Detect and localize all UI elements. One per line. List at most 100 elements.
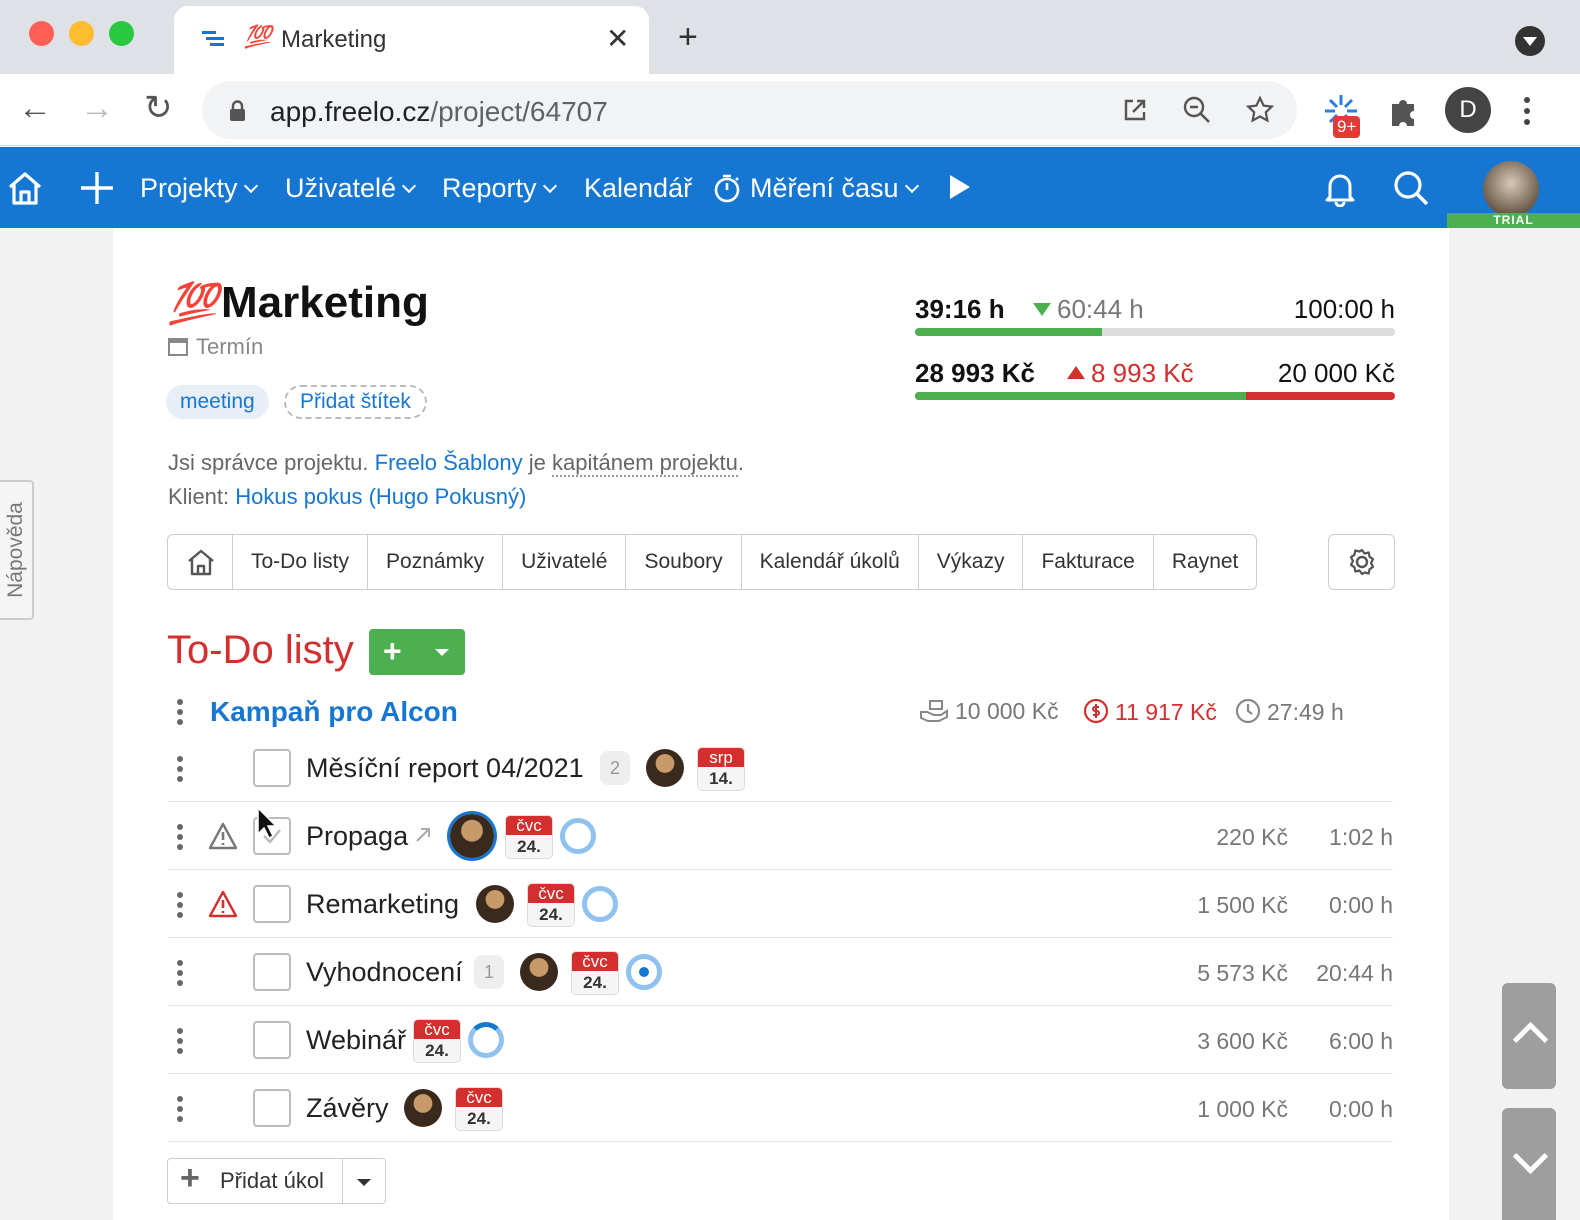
- task-name[interactable]: Remarketing: [306, 889, 459, 920]
- tab-title: Marketing: [281, 26, 387, 53]
- tab-search-icon[interactable]: [1515, 26, 1545, 56]
- task-checkbox[interactable]: [253, 885, 291, 923]
- tab-fakturace[interactable]: Fakturace: [1023, 534, 1154, 590]
- new-tab-icon[interactable]: +: [678, 20, 698, 54]
- task-checkbox[interactable]: [253, 1021, 291, 1059]
- forward-arrow-icon[interactable]: →: [80, 90, 114, 126]
- add-task-button[interactable]: Přidat úkol: [168, 1157, 343, 1203]
- tab-todo-listy[interactable]: To-Do listy: [233, 534, 369, 590]
- browser-tabstrip: 💯 Marketing ✕ +: [0, 0, 1580, 74]
- due-date-badge[interactable]: čvc 24.: [414, 1020, 460, 1062]
- task-menu-dots-icon[interactable]: [177, 824, 183, 850]
- triangle-down-icon: [1033, 303, 1051, 316]
- extensions-puzzle-icon[interactable]: [1386, 92, 1424, 130]
- search-icon[interactable]: [1392, 169, 1430, 207]
- task-name[interactable]: Závěry: [306, 1093, 389, 1124]
- task-name[interactable]: Měsíční report 04/2021: [306, 753, 584, 784]
- browser-menu-icon[interactable]: [1523, 96, 1531, 126]
- nav-projekty[interactable]: Projekty: [140, 173, 258, 204]
- project-settings-button[interactable]: [1328, 534, 1395, 590]
- browser-tab-active[interactable]: 💯 Marketing ✕: [174, 6, 649, 74]
- project-tabs: To-Do listy Poznámky Uživatelé Soubory K…: [167, 534, 1258, 590]
- task-menu-dots-icon[interactable]: [177, 892, 183, 918]
- add-todo-list-button[interactable]: +: [369, 629, 465, 675]
- notifications-bell-icon[interactable]: [1321, 169, 1359, 207]
- zoom-out-icon[interactable]: [1182, 95, 1212, 125]
- nav-uzivatele[interactable]: Uživatelé: [285, 173, 417, 204]
- scroll-up-button[interactable]: [1502, 983, 1556, 1089]
- reload-icon[interactable]: ↻: [144, 90, 173, 126]
- tab-home[interactable]: [167, 534, 233, 590]
- help-side-tab[interactable]: Nápověda: [0, 480, 34, 620]
- assignee-avatar[interactable]: [404, 1089, 442, 1127]
- time-progress-bar: [915, 328, 1395, 336]
- scroll-down-button[interactable]: [1502, 1108, 1556, 1220]
- hundred-emoji-icon: 💯: [168, 282, 218, 326]
- task-menu-dots-icon[interactable]: [177, 1096, 183, 1122]
- add-task-dropdown-button[interactable]: [343, 1159, 385, 1203]
- tab-uzivatele[interactable]: Uživatelé: [503, 534, 627, 590]
- project-page: 💯 Marketing Termín meeting Přidat štítek…: [113, 228, 1449, 1220]
- assignee-avatar[interactable]: [646, 749, 684, 787]
- todo-list-title[interactable]: Kampaň pro Alcon: [210, 696, 458, 728]
- list-time: 27:49 h: [1235, 698, 1344, 726]
- task-menu-dots-icon[interactable]: [177, 1028, 183, 1054]
- open-external-icon[interactable]: [1120, 95, 1150, 125]
- freelo-favicon-icon: [202, 31, 224, 46]
- home-icon[interactable]: [6, 169, 44, 207]
- profile-avatar[interactable]: D: [1445, 87, 1491, 133]
- tab-vykazy[interactable]: Výkazy: [918, 534, 1024, 590]
- nav-kalendar[interactable]: Kalendář: [584, 173, 692, 204]
- add-task-group: Přidat úkol: [167, 1157, 386, 1204]
- task-hours: 0:00 h: [1329, 1096, 1393, 1122]
- tab-poznamky[interactable]: Poznámky: [368, 534, 504, 590]
- owner-link[interactable]: Freelo Šablony: [375, 450, 523, 475]
- nav-reporty[interactable]: Reporty: [442, 173, 557, 204]
- due-date-badge[interactable]: čvc 24.: [528, 884, 574, 926]
- list-menu-dots-icon[interactable]: [177, 699, 183, 725]
- task-price: 1 500 Kč: [1197, 892, 1288, 918]
- task-checkbox[interactable]: [253, 1089, 291, 1127]
- address-bar[interactable]: app.freelo.cz/project/64707: [202, 81, 1297, 139]
- captain-link[interactable]: kapitánem projektu: [552, 450, 738, 477]
- task-name[interactable]: Propaga: [306, 821, 408, 852]
- tab-soubory[interactable]: Soubory: [626, 534, 742, 590]
- close-window-button[interactable]: [29, 21, 54, 46]
- task-menu-dots-icon[interactable]: [177, 960, 183, 986]
- task-menu-dots-icon[interactable]: [177, 756, 183, 782]
- due-date-badge[interactable]: srp 14.: [698, 748, 744, 790]
- maximize-window-button[interactable]: [109, 21, 134, 46]
- user-avatar[interactable]: [1483, 161, 1539, 217]
- add-icon[interactable]: [78, 169, 116, 207]
- dollar-circle-icon: [1083, 698, 1109, 724]
- minimize-window-button[interactable]: [69, 21, 94, 46]
- assignee-avatar[interactable]: [476, 885, 514, 923]
- open-task-arrow-icon[interactable]: [414, 826, 432, 844]
- nav-mereni-casu[interactable]: Měření času: [750, 173, 919, 204]
- assignee-avatar[interactable]: [520, 953, 558, 991]
- add-tag-button[interactable]: Přidat štítek: [284, 385, 427, 419]
- task-checkbox[interactable]: [253, 749, 291, 787]
- caret-down-icon: [435, 649, 449, 656]
- tab-raynet[interactable]: Raynet: [1153, 534, 1258, 590]
- assignee-avatar[interactable]: [450, 814, 494, 858]
- task-checkbox[interactable]: [253, 953, 291, 991]
- due-date-badge[interactable]: čvc 24.: [572, 952, 618, 994]
- time-remaining: 60:44 h: [1033, 294, 1144, 325]
- task-row: Remarketing čvc 24. 1 500 Kč 0:00 h: [168, 870, 1393, 938]
- tab-close-icon[interactable]: ✕: [606, 22, 629, 55]
- back-arrow-icon[interactable]: ←: [18, 90, 52, 126]
- play-timer-icon[interactable]: [948, 173, 972, 201]
- task-name[interactable]: Webinář: [306, 1025, 406, 1056]
- deadline-label[interactable]: Termín: [168, 334, 263, 360]
- task-name[interactable]: Vyhodnocení: [306, 957, 463, 988]
- task-price: 220 Kč: [1216, 824, 1288, 850]
- tab-kalendar-ukolu[interactable]: Kalendář úkolů: [741, 534, 919, 590]
- bookmark-star-icon[interactable]: [1245, 95, 1275, 125]
- due-date-badge[interactable]: čvc 24.: [456, 1088, 502, 1130]
- task-hours: 1:02 h: [1329, 824, 1393, 850]
- client-link[interactable]: Hokus pokus (Hugo Pokusný): [235, 484, 526, 509]
- task-row: Webinář čvc 24. 3 600 Kč 6:00 h: [168, 1006, 1393, 1074]
- due-date-badge[interactable]: čvc 24.: [506, 816, 552, 858]
- tag-meeting[interactable]: meeting: [166, 385, 269, 419]
